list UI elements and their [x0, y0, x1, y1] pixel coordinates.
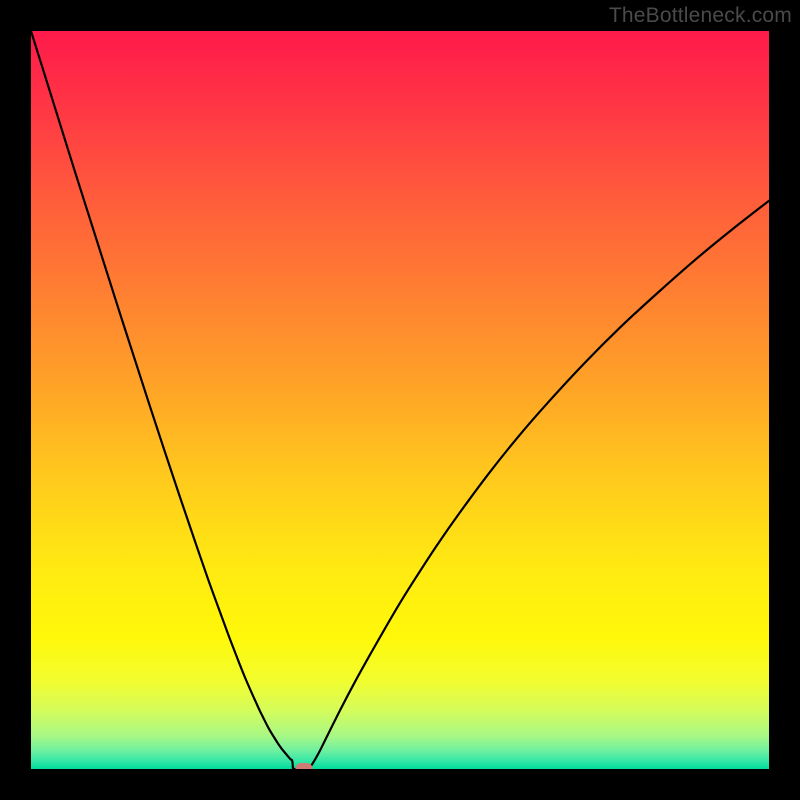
optimum-marker: [296, 763, 313, 769]
plot-area: [31, 31, 769, 769]
bottleneck-curve: [31, 31, 769, 769]
watermark-text: TheBottleneck.com: [609, 4, 792, 28]
chart-stage: TheBottleneck.com: [0, 0, 800, 800]
